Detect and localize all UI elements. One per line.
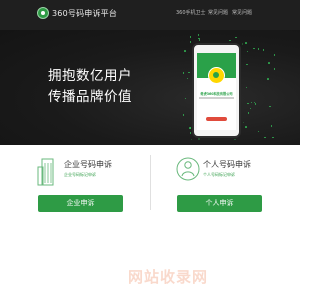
phone-caller-name: 奇虎360科技有限公司: [200, 92, 233, 96]
decorative-dot: [267, 78, 269, 80]
phone-illustration: 奇虎360科技有限公司: [192, 43, 241, 138]
decorative-dot: [257, 48, 260, 50]
verified-badge-icon: [208, 67, 225, 84]
decorative-dot: [247, 102, 249, 105]
decorative-dot: [241, 43, 244, 45]
brand-title[interactable]: 360号码申诉平台: [52, 8, 117, 19]
decorative-dot: [253, 47, 255, 50]
nav-item-360-mobile-guard[interactable]: 360手机卫士: [176, 9, 206, 16]
decorative-dot: [242, 121, 245, 124]
decorative-dot: [270, 125, 273, 127]
decorative-dot: [262, 49, 265, 51]
decorative-dot: [269, 105, 271, 108]
decorative-dot: [249, 107, 252, 110]
decorative-dot: [188, 71, 190, 74]
decorative-dot: [245, 42, 247, 44]
decorative-dot: [197, 34, 200, 36]
nav-item-faq-2[interactable]: 常见问题: [232, 9, 252, 16]
decorative-dot: [184, 97, 187, 100]
decorative-dot: [273, 54, 276, 56]
enterprise-card-title: 企业号码申诉: [64, 160, 112, 169]
building-icon: [37, 158, 54, 186]
decorative-dot: [184, 50, 186, 52]
decorative-dot: [234, 138, 236, 141]
decorative-dot: [273, 68, 276, 70]
decorative-dot: [189, 132, 192, 134]
decorative-dot: [268, 62, 270, 64]
decorative-dot: [182, 72, 185, 74]
decorative-dot: [189, 127, 191, 129]
card-divider: [150, 155, 151, 210]
decorative-dot: [246, 50, 248, 53]
decorative-dot: [245, 86, 248, 89]
enterprise-appeal-button[interactable]: 企业申诉: [38, 195, 123, 212]
decorative-dot: [264, 136, 266, 139]
decorative-dot: [257, 130, 260, 133]
top-navigation-bar: 360号码申诉平台 360手机卫士 常见问题 常见问题: [0, 0, 300, 30]
decorative-dot: [250, 101, 253, 104]
personal-appeal-button[interactable]: 个人申诉: [177, 195, 262, 212]
decorative-dot: [235, 36, 237, 39]
phone-screen: 奇虎360科技有限公司: [197, 53, 236, 130]
hero-headline-line-1: 拥抱数亿用户: [48, 68, 132, 84]
decorative-dot: [189, 41, 192, 43]
decorative-dot: [246, 63, 248, 66]
decorative-dot: [189, 36, 192, 38]
decorative-dot: [229, 39, 231, 42]
phone-caller-detail: [199, 97, 234, 99]
nav-item-faq-1[interactable]: 常见问题: [208, 9, 228, 16]
decorative-dot: [272, 136, 274, 139]
decorative-dot: [198, 39, 201, 41]
decorative-dot: [186, 77, 189, 80]
360-logo-icon[interactable]: [37, 7, 49, 19]
enterprise-card-description: 企业号码标记申诉: [64, 172, 96, 177]
personal-card-title: 个人号码申诉: [203, 160, 251, 169]
user-icon: [176, 157, 200, 181]
watermark-text: 网站收录网: [128, 268, 209, 286]
phone-call-button: [206, 117, 227, 121]
decorative-dot: [254, 103, 257, 105]
decorative-dot: [245, 126, 247, 128]
hero-headline-line-2: 传播品牌价值: [48, 89, 132, 105]
decorative-dot: [198, 138, 200, 140]
decorative-dot: [190, 138, 193, 141]
personal-card-description: 个人号码标记申诉: [203, 172, 235, 177]
decorative-dot: [182, 114, 185, 116]
decorative-dot: [247, 112, 250, 114]
